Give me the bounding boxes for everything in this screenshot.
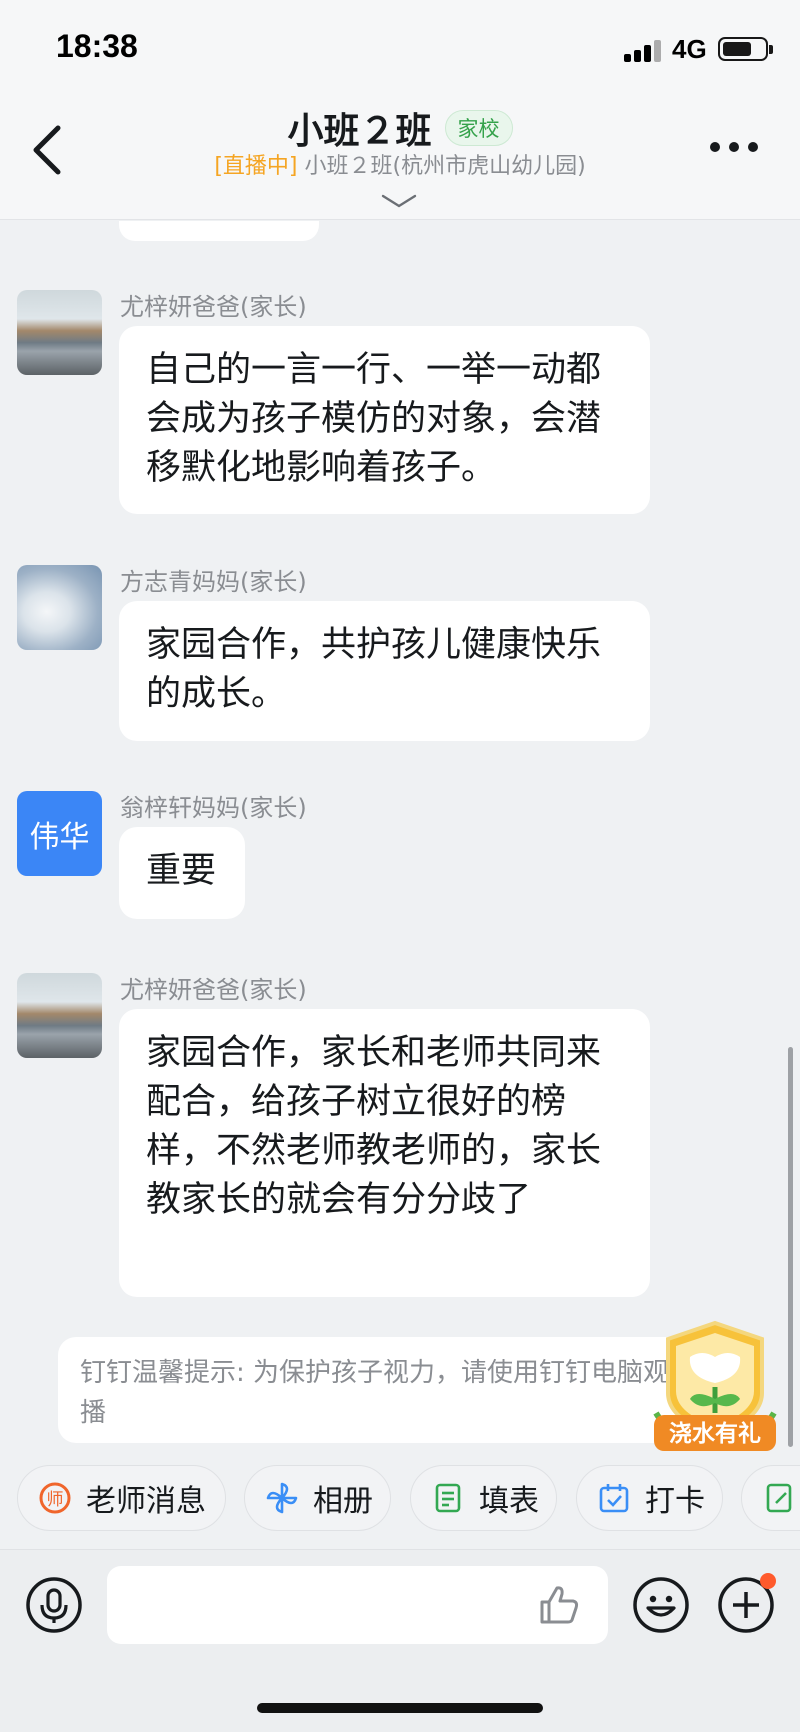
pinwheel-icon [266, 1482, 298, 1514]
header-title-row: 小班２班 家校 [0, 102, 800, 154]
more-action-button[interactable] [741, 1465, 800, 1531]
emoji-icon[interactable] [632, 1576, 690, 1634]
pill-label: 打卡 [645, 1484, 705, 1519]
avatar[interactable] [17, 290, 102, 375]
teacher-badge-icon: 师 [39, 1482, 71, 1514]
avatar[interactable] [17, 973, 102, 1058]
live-status-label[interactable]: [直播中] [214, 154, 297, 179]
message-list[interactable]: 尤梓妍爸爸(家长) 自己的一言一行、一举一动都会成为孩子模仿的对象，会潜移默化地… [0, 221, 800, 1461]
home-indicator [257, 1703, 543, 1713]
badge-label: 浇水有礼 [669, 1420, 761, 1447]
svg-text:师: 师 [47, 1490, 64, 1510]
avatar[interactable] [17, 565, 102, 650]
group-type-tag: 家校 [444, 110, 513, 146]
sender-name: 尤梓妍爸爸(家长) [120, 976, 307, 1004]
pill-label: 老师消息 [86, 1484, 206, 1519]
teacher-messages-button[interactable]: 师 老师消息 [17, 1465, 226, 1531]
message-bubble[interactable]: 家园合作，共护孩儿健康快乐的成长。 [119, 601, 650, 741]
status-bar: 18:38 4G [0, 0, 800, 96]
avatar[interactable]: 伟华 [17, 791, 102, 876]
group-title[interactable]: 小班２班 [287, 111, 431, 152]
check-in-button[interactable]: 打卡 [576, 1465, 723, 1531]
chevron-down-icon[interactable] [380, 192, 418, 210]
tip-banner[interactable]: 钉钉温馨提示: 为保护孩子视力，请使用钉钉电脑观看直播 [58, 1337, 748, 1443]
sender-name: 尤梓妍爸爸(家长) [120, 293, 307, 321]
pill-label: 填表 [479, 1484, 539, 1519]
sender-name: 翁梓轩妈妈(家长) [120, 794, 307, 822]
album-button[interactable]: 相册 [244, 1465, 391, 1531]
class-name-label: 小班２班(杭州市虎山幼儿园) [304, 154, 586, 179]
fill-form-button[interactable]: 填表 [410, 1465, 557, 1531]
notebook-icon [766, 1483, 792, 1513]
chat-header: 小班２班 家校 [直播中] 小班２班(杭州市虎山幼儿园) [0, 96, 800, 220]
scrollbar[interactable] [788, 1047, 793, 1447]
message-input[interactable] [107, 1566, 608, 1644]
watering-gift-badge[interactable]: 浇水有礼 [650, 1317, 780, 1453]
header-subtitle[interactable]: [直播中] 小班２班(杭州市虎山幼儿园) [0, 148, 800, 180]
calendar-check-icon [599, 1484, 629, 1513]
message-bubble[interactable]: 家园合作，家长和老师共同来配合，给孩子树立很好的榜样，不然老师教老师的，家长教家… [119, 1009, 650, 1297]
notification-dot [760, 1573, 776, 1589]
more-icon[interactable] [706, 138, 762, 158]
thumbs-up-icon[interactable] [536, 1582, 582, 1628]
quick-action-bar: 师 老师消息 相册 填表 打卡 [0, 1461, 800, 1547]
message-bubble[interactable]: 自己的一言一行、一举一动都会成为孩子模仿的对象，会潜移默化地影响着孩子。 [119, 326, 650, 514]
form-icon [435, 1483, 461, 1513]
signal-icon [624, 38, 664, 62]
status-time: 18:38 [56, 28, 138, 64]
network-label: 4G [672, 34, 707, 64]
sender-name: 方志青妈妈(家长) [120, 568, 307, 596]
pill-label: 相册 [313, 1484, 373, 1519]
microphone-icon[interactable] [25, 1576, 83, 1634]
previous-message-bubble [119, 221, 319, 241]
battery-icon [718, 37, 773, 61]
message-bubble[interactable]: 重要 [119, 827, 245, 919]
